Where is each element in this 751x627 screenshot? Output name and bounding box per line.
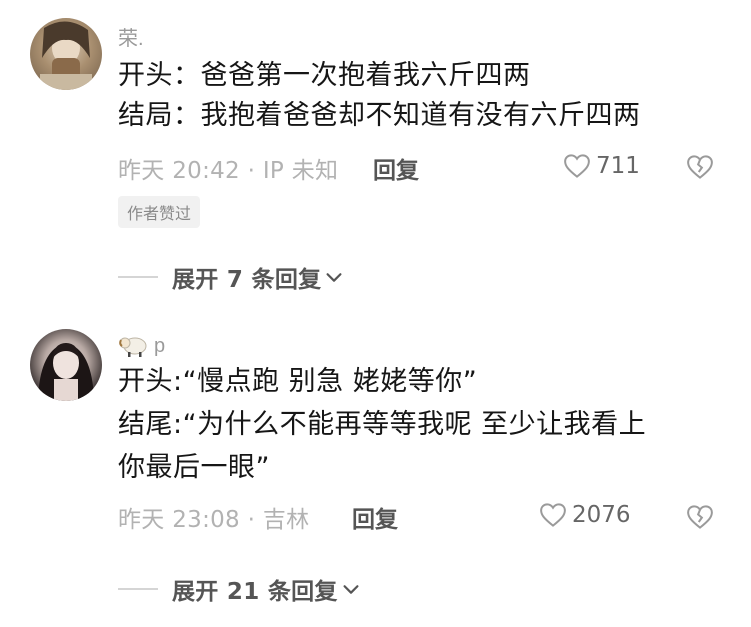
reply-button[interactable]: 回复 bbox=[373, 151, 419, 185]
chevron-down-icon bbox=[343, 585, 359, 594]
heart-icon bbox=[564, 154, 590, 178]
like-count: 2076 bbox=[572, 502, 631, 528]
username-text: p bbox=[154, 334, 166, 357]
username[interactable]: p bbox=[118, 334, 165, 358]
like-button[interactable]: 711 bbox=[562, 151, 640, 181]
comment-item: 荣. 开头：爸爸第一次抱着我六斤四两 结局：我抱着爸爸却不知道有没有六斤四两 昨… bbox=[0, 0, 751, 310]
avatar[interactable] bbox=[30, 18, 102, 90]
heart-icon bbox=[540, 503, 566, 527]
like-button[interactable]: 2076 bbox=[538, 500, 631, 530]
sheep-emoji-icon bbox=[119, 337, 147, 357]
author-liked-badge: 作者赞过 bbox=[118, 196, 201, 228]
comment-text-line: 你最后一眼” bbox=[118, 452, 270, 483]
expand-replies-label: 展开 7 条回复 bbox=[172, 267, 322, 293]
reply-button[interactable]: 回复 bbox=[352, 500, 398, 534]
comment-meta: 昨天 23:08 · 吉林 bbox=[118, 507, 310, 533]
comment-text-line: 结尾:“为什么不能再等等我呢 至少让我看上 bbox=[118, 409, 647, 440]
chevron-down-icon bbox=[326, 273, 342, 282]
comment-text-line: 结局：我抱着爸爸却不知道有没有六斤四两 bbox=[118, 100, 641, 131]
comment-text-line: 开头:“慢点跑 别急 姥姥等你” bbox=[118, 366, 478, 397]
avatar[interactable] bbox=[30, 329, 102, 401]
comment-text-line: 开头：爸爸第一次抱着我六斤四两 bbox=[118, 60, 531, 91]
divider bbox=[118, 588, 158, 590]
expand-replies-button[interactable]: 展开 21 条回复 bbox=[118, 572, 362, 606]
expand-replies-button[interactable]: 展开 7 条回复 bbox=[118, 260, 345, 294]
comment-item: p 开头:“慢点跑 别急 姥姥等你” 结尾:“为什么不能再等等我呢 至少让我看上… bbox=[0, 310, 751, 627]
divider bbox=[118, 276, 158, 278]
like-count: 711 bbox=[596, 153, 640, 179]
broken-heart-icon[interactable] bbox=[685, 502, 715, 532]
broken-heart-icon[interactable] bbox=[685, 152, 715, 182]
username[interactable]: 荣. bbox=[118, 22, 144, 51]
comment-meta: 昨天 20:42 · IP 未知 bbox=[118, 158, 339, 184]
expand-replies-label: 展开 21 条回复 bbox=[172, 579, 338, 605]
